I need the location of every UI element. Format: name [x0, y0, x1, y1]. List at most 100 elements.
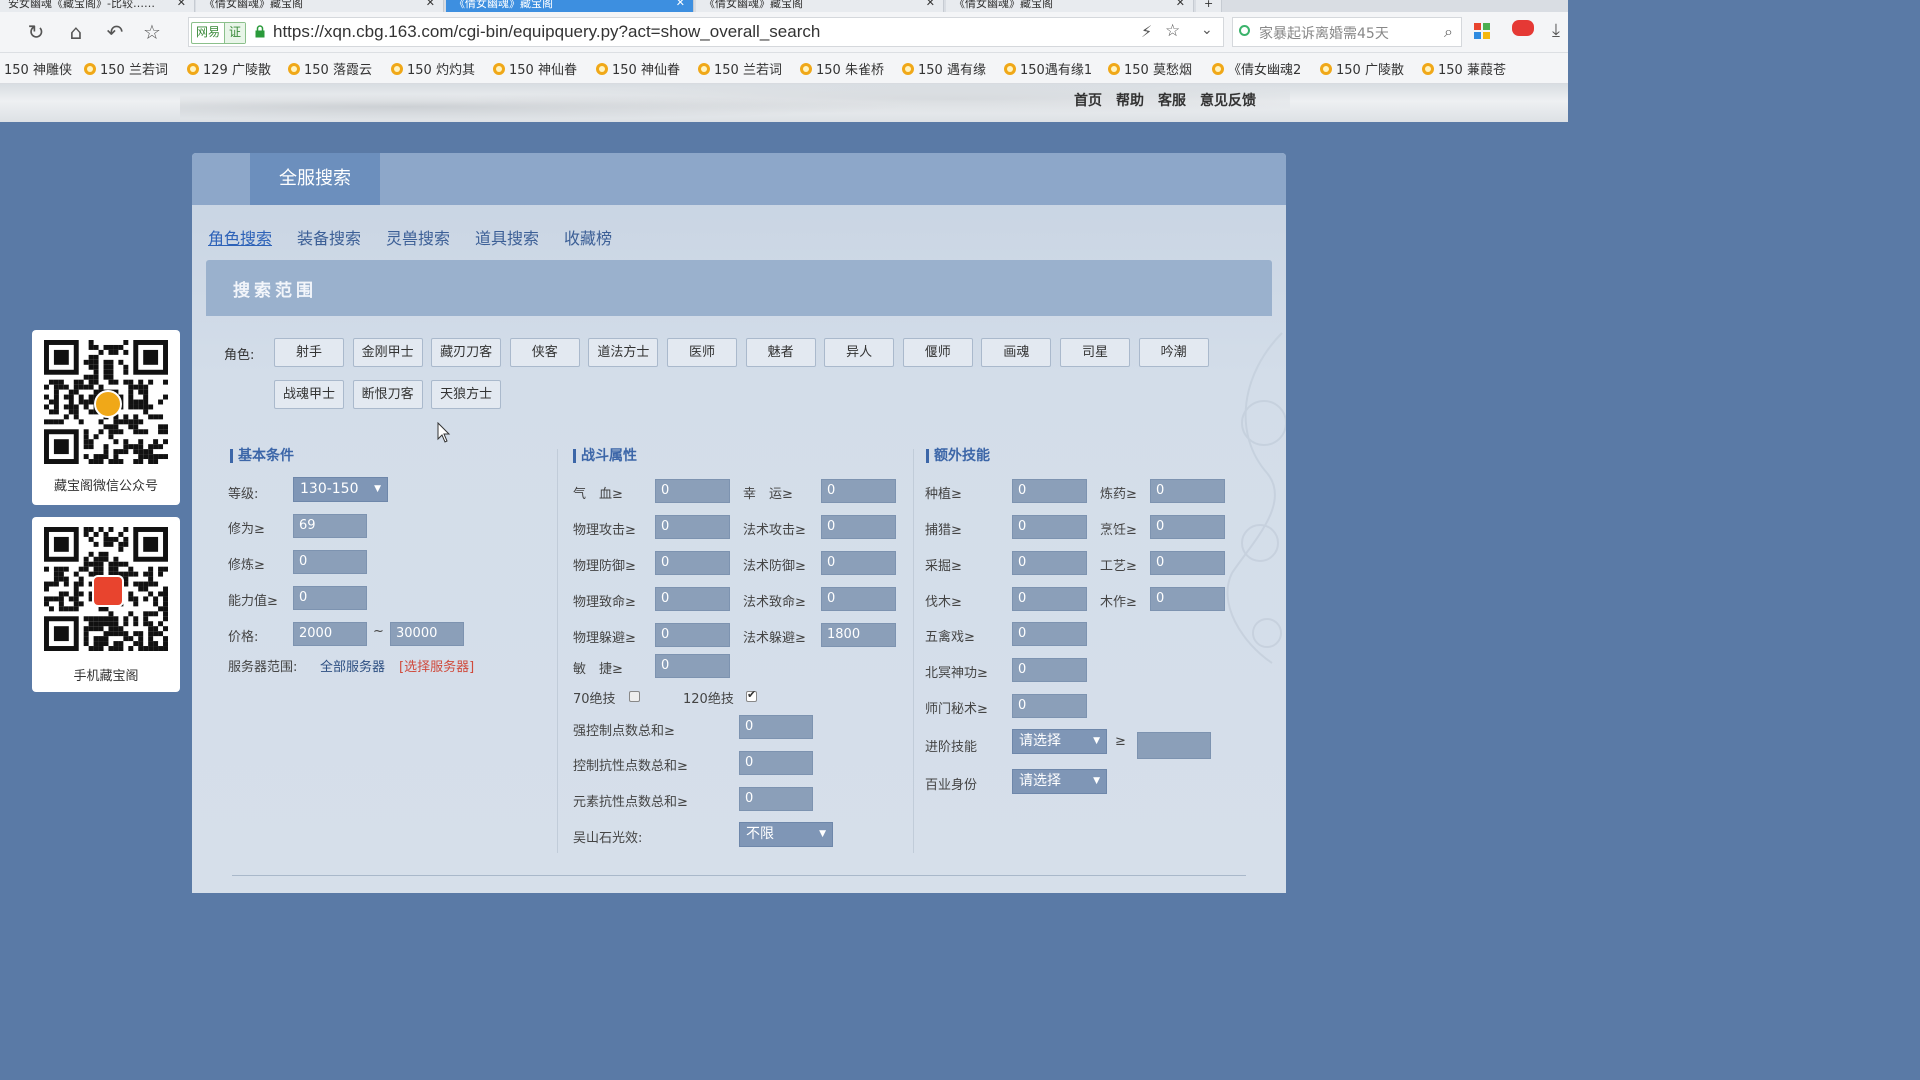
- extra-skill-input[interactable]: 0: [1150, 515, 1225, 539]
- role-button[interactable]: 画魂: [981, 338, 1052, 367]
- combat-attr-input[interactable]: 0: [821, 551, 896, 575]
- extra-skill-input[interactable]: 0: [1150, 551, 1225, 575]
- address-bar[interactable]: 网易 证 https://xqn.cbg.163.com/cgi-bin/equ…: [188, 17, 1224, 47]
- bookmark-item[interactable]: 150 神仙眷: [596, 59, 680, 78]
- bookmark-item[interactable]: 150 蒹葭苍: [1422, 59, 1506, 78]
- undo-button[interactable]: ↶: [101, 18, 129, 46]
- game-icon[interactable]: [1512, 20, 1534, 36]
- role-button[interactable]: 医师: [667, 338, 737, 367]
- role-button[interactable]: 断恨刀客: [352, 380, 423, 409]
- tab-pet-search[interactable]: 灵兽搜索: [386, 225, 450, 249]
- combat-attr-input[interactable]: 0: [655, 479, 730, 503]
- extra-skill-input[interactable]: 0: [1150, 587, 1225, 611]
- combat-attr-input[interactable]: 0: [821, 587, 896, 611]
- role-button[interactable]: 侠客: [509, 338, 580, 367]
- role-button[interactable]: 战魂甲士: [274, 380, 344, 409]
- skill70-checkbox[interactable]: [629, 691, 640, 702]
- nav-service-link[interactable]: 客服: [1158, 90, 1186, 110]
- lightning-icon[interactable]: ⚡: [1141, 22, 1152, 41]
- role-button[interactable]: 吟潮: [1138, 338, 1209, 367]
- new-tab-button[interactable]: +: [1196, 0, 1222, 12]
- browser-tab[interactable]: 《倩女幽魂》藏宝阁 ✕: [696, 0, 944, 12]
- close-icon[interactable]: ✕: [1176, 0, 1185, 8]
- nav-feedback-link[interactable]: 意见反馈: [1200, 90, 1256, 110]
- bookmark-item[interactable]: 150 神雕侠: [4, 59, 72, 78]
- extra-skill-input[interactable]: 0: [1012, 515, 1087, 539]
- bookmark-star-icon[interactable]: ☆: [1165, 21, 1180, 41]
- browser-tab[interactable]: 《倩女幽魂》藏宝阁 ✕: [946, 0, 1194, 12]
- combat-attr-input[interactable]: 0: [655, 551, 730, 575]
- bookmark-item[interactable]: 《倩女幽魂2: [1212, 59, 1301, 78]
- element-resist-input[interactable]: 0: [739, 787, 813, 811]
- extra-skill-input[interactable]: 0: [1012, 479, 1087, 503]
- bookmark-item[interactable]: 150 落霞云: [288, 59, 372, 78]
- combat-attr-input[interactable]: 0: [655, 587, 730, 611]
- bookmark-item[interactable]: 129 广陵散: [187, 59, 271, 78]
- close-icon[interactable]: ✕: [926, 0, 935, 8]
- role-button[interactable]: 藏刃刀客: [431, 338, 502, 367]
- role-button[interactable]: 偃师: [902, 338, 973, 367]
- bookmark-item[interactable]: 150遇有缘1: [1004, 59, 1092, 78]
- nav-help-link[interactable]: 帮助: [1116, 90, 1144, 110]
- tab-equipment-search[interactable]: 装备搜索: [297, 225, 361, 249]
- tab-overall-search[interactable]: 全服搜索: [250, 153, 380, 205]
- role-button[interactable]: 金刚甲士: [352, 338, 423, 367]
- role-button[interactable]: 魅者: [745, 338, 816, 367]
- close-icon[interactable]: ✕: [676, 0, 685, 8]
- extra-skill-input[interactable]: 0: [1012, 587, 1087, 611]
- bookmark-item[interactable]: 150 神仙眷: [493, 59, 577, 78]
- level-select[interactable]: 130-150 ▼: [293, 477, 388, 502]
- role-button[interactable]: 天狼方士: [431, 380, 502, 409]
- extra-skill-input[interactable]: 0: [1012, 622, 1087, 646]
- identity-select[interactable]: 请选择 ▼: [1012, 769, 1107, 794]
- advanced-skill-select[interactable]: 请选择 ▼: [1012, 729, 1107, 754]
- agility-input[interactable]: 0: [655, 654, 730, 678]
- combat-attr-input[interactable]: 0: [655, 623, 730, 647]
- extra-skill-input[interactable]: 0: [1012, 551, 1087, 575]
- nav-home-link[interactable]: 首页: [1074, 90, 1102, 110]
- home-button[interactable]: ⌂: [62, 18, 90, 46]
- role-button[interactable]: 异人: [824, 338, 895, 367]
- control-resist-input[interactable]: 0: [739, 751, 813, 775]
- security-badge[interactable]: 网易 证: [191, 22, 247, 44]
- select-server-link[interactable]: [选择服务器]: [399, 656, 474, 675]
- close-icon[interactable]: ✕: [177, 0, 186, 8]
- price-min-input[interactable]: 2000: [293, 622, 367, 646]
- browser-tab-active[interactable]: 《倩女幽魂》藏宝阁 ✕: [446, 0, 694, 12]
- skill120-checkbox[interactable]: [746, 688, 757, 702]
- combat-attr-input[interactable]: 0: [821, 515, 896, 539]
- tab-favorites-rank[interactable]: 收藏榜: [564, 225, 612, 249]
- bookmark-item[interactable]: 150 广陵散: [1320, 59, 1404, 78]
- chevron-down-icon[interactable]: ⌄: [1201, 22, 1213, 38]
- role-button[interactable]: 司星: [1060, 338, 1130, 367]
- price-max-input[interactable]: 30000: [390, 622, 464, 646]
- search-box[interactable]: 家暴起诉离婚需45天 ⌕: [1232, 17, 1462, 47]
- extra-skill-input[interactable]: 0: [1012, 694, 1087, 718]
- advanced-skill-input[interactable]: [1137, 732, 1211, 759]
- search-icon[interactable]: ⌕: [1444, 22, 1453, 42]
- ability-input[interactable]: 0: [293, 586, 367, 610]
- bookmark-item[interactable]: 150 莫愁烟: [1108, 59, 1192, 78]
- wushan-select[interactable]: 不限 ▼: [739, 822, 833, 847]
- xiulian-input[interactable]: 0: [293, 550, 367, 574]
- bookmark-item[interactable]: 150 兰若词: [84, 59, 168, 78]
- browser-tab[interactable]: 《倩女幽魂》藏宝阁 ✕: [196, 0, 444, 12]
- close-icon[interactable]: ✕: [426, 0, 435, 8]
- tab-item-search[interactable]: 道具搜索: [475, 225, 539, 249]
- xiuwei-input[interactable]: 69: [293, 514, 367, 538]
- reload-button[interactable]: ↻: [22, 18, 50, 46]
- favorite-button[interactable]: ☆: [138, 18, 166, 46]
- extra-skill-input[interactable]: 0: [1012, 658, 1087, 682]
- tab-role-search[interactable]: 角色搜索: [208, 225, 272, 249]
- bookmark-item[interactable]: 150 朱雀桥: [800, 59, 884, 78]
- apps-icon[interactable]: [1474, 23, 1490, 39]
- bookmark-item[interactable]: 150 兰若词: [698, 59, 782, 78]
- download-icon[interactable]: ⤓: [1552, 20, 1560, 41]
- role-button[interactable]: 射手: [274, 338, 344, 367]
- role-button[interactable]: 道法方士: [588, 338, 659, 367]
- combat-attr-input[interactable]: 1800: [821, 623, 896, 647]
- bookmark-item[interactable]: 150 灼灼其: [391, 59, 475, 78]
- url-text[interactable]: https://xqn.cbg.163.com/cgi-bin/equipque…: [273, 21, 820, 43]
- combat-attr-input[interactable]: 0: [821, 479, 896, 503]
- combat-attr-input[interactable]: 0: [655, 515, 730, 539]
